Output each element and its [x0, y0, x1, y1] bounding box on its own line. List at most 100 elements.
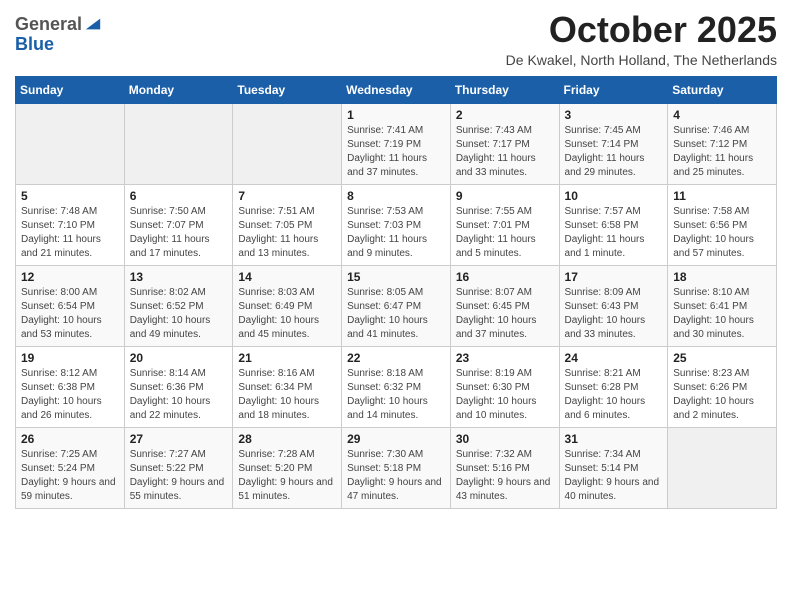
day-info: Sunrise: 7:55 AM Sunset: 7:01 PM Dayligh… — [456, 205, 554, 261]
day-number: 2 — [456, 108, 554, 122]
day-number: 27 — [130, 432, 228, 446]
day-info: Sunrise: 8:03 AM Sunset: 6:49 PM Dayligh… — [238, 286, 336, 342]
day-info: Sunrise: 8:10 AM Sunset: 6:41 PM Dayligh… — [673, 286, 771, 342]
col-header-friday: Friday — [559, 76, 668, 103]
day-cell: 31 Sunrise: 7:34 AM Sunset: 5:14 PM Dayli… — [559, 427, 668, 508]
header-row: SundayMondayTuesdayWednesdayThursdayFrid… — [16, 76, 777, 103]
day-cell: 9Sunrise: 7:55 AM Sunset: 7:01 PM Daylig… — [450, 184, 559, 265]
day-number: 20 — [130, 351, 228, 365]
day-info: Sunrise: 7:57 AM Sunset: 6:58 PM Dayligh… — [565, 205, 663, 261]
day-cell: 17Sunrise: 8:09 AM Sunset: 6:43 PM Dayli… — [559, 265, 668, 346]
day-info: Sunrise: 7:28 AM Sunset: 5:20 PM Dayligh… — [238, 448, 336, 504]
day-cell: 13Sunrise: 8:02 AM Sunset: 6:52 PM Dayli… — [124, 265, 233, 346]
col-header-tuesday: Tuesday — [233, 76, 342, 103]
day-cell: 2 Sunrise: 7:43 AM Sunset: 7:17 PM Daylig… — [450, 103, 559, 184]
day-number: 23 — [456, 351, 554, 365]
day-cell — [16, 103, 125, 184]
day-number: 11 — [673, 189, 771, 203]
day-number: 1 — [347, 108, 445, 122]
day-cell: 3 Sunrise: 7:45 AM Sunset: 7:14 PM Daylig… — [559, 103, 668, 184]
day-info: Sunrise: 7:43 AM Sunset: 7:17 PM Dayligh… — [456, 124, 554, 180]
day-info: Sunrise: 8:12 AM Sunset: 6:38 PM Dayligh… — [21, 367, 119, 423]
location-text: De Kwakel, North Holland, The Netherland… — [506, 52, 777, 68]
day-cell: 19 Sunrise: 8:12 AM Sunset: 6:38 PM Dayli… — [16, 346, 125, 427]
day-cell: 20 Sunrise: 8:14 AM Sunset: 6:36 PM Dayli… — [124, 346, 233, 427]
col-header-saturday: Saturday — [668, 76, 777, 103]
week-row-3: 12 Sunrise: 8:00 AM Sunset: 6:54 PM Dayli… — [16, 265, 777, 346]
day-cell — [124, 103, 233, 184]
day-cell: 14 Sunrise: 8:03 AM Sunset: 6:49 PM Dayli… — [233, 265, 342, 346]
day-number: 12 — [21, 270, 119, 284]
day-number: 29 — [347, 432, 445, 446]
day-info: Sunrise: 8:19 AM Sunset: 6:30 PM Dayligh… — [456, 367, 554, 423]
day-cell: 29Sunrise: 7:30 AM Sunset: 5:18 PM Dayli… — [342, 427, 451, 508]
day-number: 31 — [565, 432, 663, 446]
day-info: Sunrise: 8:05 AM Sunset: 6:47 PM Dayligh… — [347, 286, 445, 342]
day-info: Sunrise: 7:32 AM Sunset: 5:16 PM Dayligh… — [456, 448, 554, 504]
logo-blue-text: Blue — [15, 34, 54, 54]
day-number: 4 — [673, 108, 771, 122]
day-info: Sunrise: 8:21 AM Sunset: 6:28 PM Dayligh… — [565, 367, 663, 423]
day-cell: 7Sunrise: 7:51 AM Sunset: 7:05 PM Daylig… — [233, 184, 342, 265]
day-info: Sunrise: 7:27 AM Sunset: 5:22 PM Dayligh… — [130, 448, 228, 504]
day-cell: 23 Sunrise: 8:19 AM Sunset: 6:30 PM Dayli… — [450, 346, 559, 427]
day-cell: 24 Sunrise: 8:21 AM Sunset: 6:28 PM Dayli… — [559, 346, 668, 427]
day-number: 16 — [456, 270, 554, 284]
day-info: Sunrise: 7:58 AM Sunset: 6:56 PM Dayligh… — [673, 205, 771, 261]
day-info: Sunrise: 8:16 AM Sunset: 6:34 PM Dayligh… — [238, 367, 336, 423]
day-info: Sunrise: 7:50 AM Sunset: 7:07 PM Dayligh… — [130, 205, 228, 261]
logo: General Blue — [15, 15, 102, 55]
day-number: 14 — [238, 270, 336, 284]
day-number: 19 — [21, 351, 119, 365]
day-cell: 18Sunrise: 8:10 AM Sunset: 6:41 PM Dayli… — [668, 265, 777, 346]
day-cell: 5 Sunrise: 7:48 AM Sunset: 7:10 PM Daylig… — [16, 184, 125, 265]
day-number: 5 — [21, 189, 119, 203]
col-header-thursday: Thursday — [450, 76, 559, 103]
day-info: Sunrise: 7:25 AM Sunset: 5:24 PM Dayligh… — [21, 448, 119, 504]
day-cell: 11 Sunrise: 7:58 AM Sunset: 6:56 PM Dayli… — [668, 184, 777, 265]
day-cell: 6 Sunrise: 7:50 AM Sunset: 7:07 PM Daylig… — [124, 184, 233, 265]
day-cell: 1 Sunrise: 7:41 AM Sunset: 7:19 PM Daylig… — [342, 103, 451, 184]
col-header-sunday: Sunday — [16, 76, 125, 103]
day-number: 21 — [238, 351, 336, 365]
title-area: October 2025 De Kwakel, North Holland, T… — [506, 10, 777, 68]
day-number: 6 — [130, 189, 228, 203]
day-cell: 25Sunrise: 8:23 AM Sunset: 6:26 PM Dayli… — [668, 346, 777, 427]
col-header-wednesday: Wednesday — [342, 76, 451, 103]
day-number: 24 — [565, 351, 663, 365]
day-number: 8 — [347, 189, 445, 203]
day-info: Sunrise: 7:53 AM Sunset: 7:03 PM Dayligh… — [347, 205, 445, 261]
day-cell: 28 Sunrise: 7:28 AM Sunset: 5:20 PM Dayli… — [233, 427, 342, 508]
day-cell: 15 Sunrise: 8:05 AM Sunset: 6:47 PM Dayli… — [342, 265, 451, 346]
day-cell — [668, 427, 777, 508]
day-info: Sunrise: 7:41 AM Sunset: 7:19 PM Dayligh… — [347, 124, 445, 180]
day-info: Sunrise: 7:45 AM Sunset: 7:14 PM Dayligh… — [565, 124, 663, 180]
day-cell: 16 Sunrise: 8:07 AM Sunset: 6:45 PM Dayli… — [450, 265, 559, 346]
day-cell: 21 Sunrise: 8:16 AM Sunset: 6:34 PM Dayli… — [233, 346, 342, 427]
day-info: Sunrise: 7:48 AM Sunset: 7:10 PM Dayligh… — [21, 205, 119, 261]
week-row-2: 5 Sunrise: 7:48 AM Sunset: 7:10 PM Daylig… — [16, 184, 777, 265]
day-info: Sunrise: 8:00 AM Sunset: 6:54 PM Dayligh… — [21, 286, 119, 342]
day-number: 28 — [238, 432, 336, 446]
day-number: 26 — [21, 432, 119, 446]
logo-general-text: General — [15, 15, 82, 35]
day-info: Sunrise: 8:23 AM Sunset: 6:26 PM Dayligh… — [673, 367, 771, 423]
day-number: 17 — [565, 270, 663, 284]
week-row-5: 26 Sunrise: 7:25 AM Sunset: 5:24 PM Dayli… — [16, 427, 777, 508]
page-container: General Blue October 2025 De Kwakel, Nor… — [0, 0, 792, 519]
day-cell: 12 Sunrise: 8:00 AM Sunset: 6:54 PM Dayli… — [16, 265, 125, 346]
col-header-monday: Monday — [124, 76, 233, 103]
day-number: 22 — [347, 351, 445, 365]
day-number: 10 — [565, 189, 663, 203]
day-number: 30 — [456, 432, 554, 446]
month-title: October 2025 — [506, 10, 777, 50]
day-cell — [233, 103, 342, 184]
day-number: 15 — [347, 270, 445, 284]
day-info: Sunrise: 8:14 AM Sunset: 6:36 PM Dayligh… — [130, 367, 228, 423]
day-cell: 27 Sunrise: 7:27 AM Sunset: 5:22 PM Dayli… — [124, 427, 233, 508]
day-info: Sunrise: 7:34 AM Sunset: 5:14 PM Dayligh… — [565, 448, 663, 504]
day-cell: 10 Sunrise: 7:57 AM Sunset: 6:58 PM Dayli… — [559, 184, 668, 265]
day-number: 3 — [565, 108, 663, 122]
day-info: Sunrise: 8:07 AM Sunset: 6:45 PM Dayligh… — [456, 286, 554, 342]
day-cell: 4Sunrise: 7:46 AM Sunset: 7:12 PM Daylig… — [668, 103, 777, 184]
